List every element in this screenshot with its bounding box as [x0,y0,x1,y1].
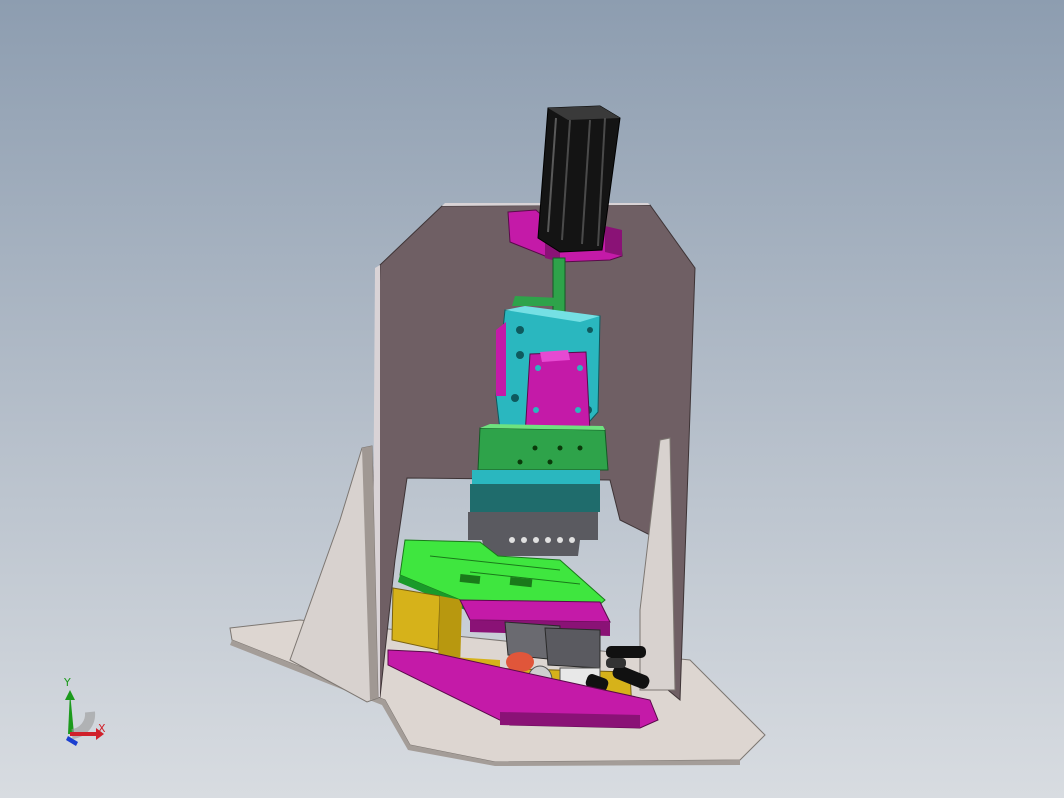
assembly-model[interactable] [0,0,1064,798]
x-axis-arrow [70,732,96,736]
cad-viewport[interactable]: Y X [0,0,1064,798]
y-axis-label: Y [63,676,71,689]
axis-triad: Y X [63,676,106,746]
x-axis-label: X [98,722,106,735]
left-gusset[interactable] [289,445,379,703]
press-head[interactable] [468,424,609,556]
carrier-plate[interactable] [524,350,591,437]
